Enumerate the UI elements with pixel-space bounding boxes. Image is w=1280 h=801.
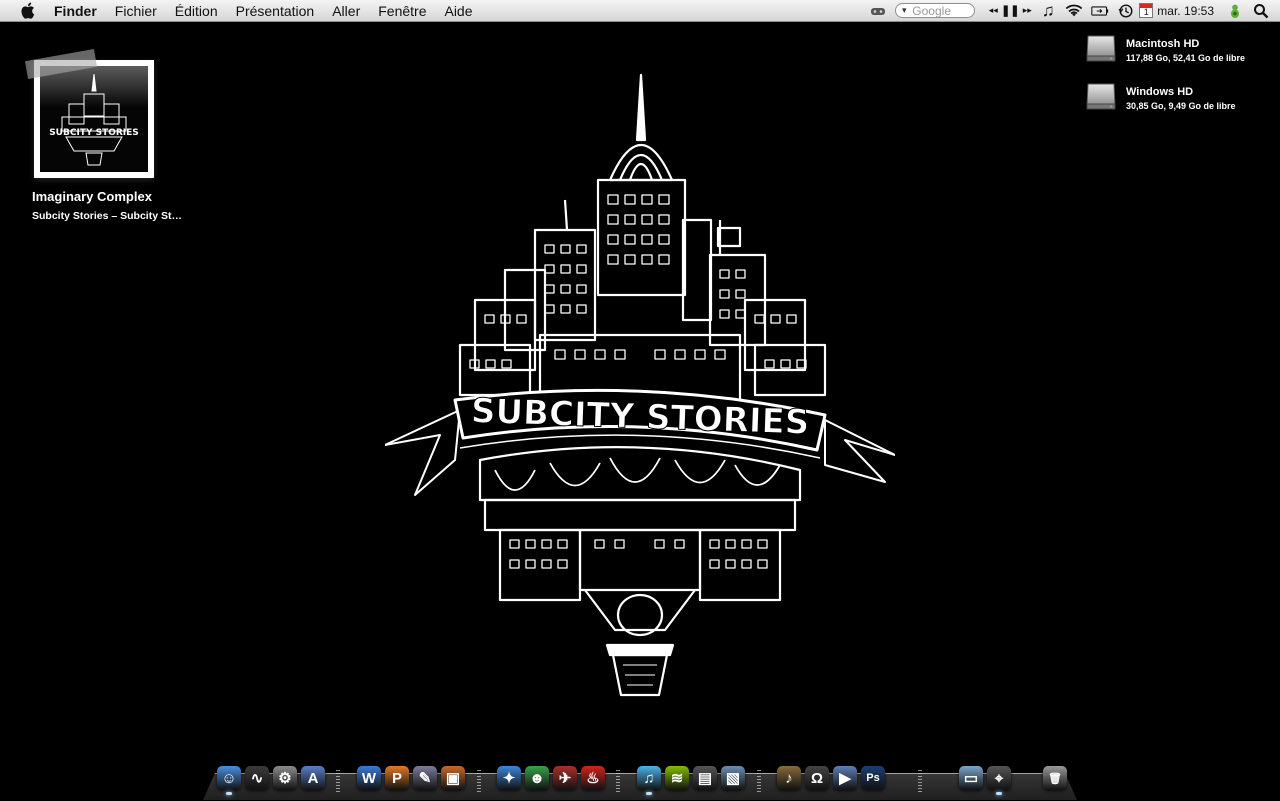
dock-game-controller-icon[interactable]: ⌖ — [987, 766, 1011, 790]
hard-drive-icon — [1086, 83, 1116, 110]
running-indicator — [226, 792, 232, 795]
dock-stack-folder-icon[interactable]: ▭ — [959, 766, 983, 790]
menu-fenetre[interactable]: Fenêtre — [369, 0, 435, 22]
now-playing-album-widget[interactable]: SUBCITY STORIES — [24, 49, 160, 185]
growl-icon[interactable] — [1224, 0, 1246, 22]
dock-activity-monitor-icon[interactable]: ∿ — [245, 766, 269, 790]
menu-fichier[interactable]: Fichier — [106, 0, 166, 22]
wallpaper-logo-text: SUBCITY STORIES — [470, 391, 810, 443]
album-art-text: SUBCITY STORIES — [49, 128, 139, 138]
dock-finder-icon[interactable]: ☺ — [217, 766, 241, 790]
now-playing-title: Imaginary Complex — [32, 189, 152, 204]
drive-info: 117,88 Go, 52,41 Go de libre — [1126, 53, 1246, 63]
dock-separator[interactable] — [757, 770, 761, 794]
menu-extras: ▾ Google ◂◂ ❚❚ ▸▸ ♫ 1 mar. 19:53 — [865, 0, 1280, 22]
time-machine-icon[interactable] — [1115, 0, 1137, 22]
album-art: SUBCITY STORIES — [40, 66, 148, 172]
running-indicator — [996, 792, 1002, 795]
dock-powerpoint-icon[interactable]: P — [385, 766, 409, 790]
dock: ☺ ∿ ⚙ A W P ✎ ▣ ✦ ☻ ✈ ♨ ♫ ≋ ▤ ▧ ♪ Ω ▶ Ps ▭ ⌖ 🗑 — [0, 760, 1280, 800]
now-playing-subtitle: Subcity Stories – Subcity St… — [32, 210, 182, 222]
search-dropdown-icon[interactable]: ▾ — [896, 5, 912, 16]
drive-macintosh-hd[interactable]: Macintosh HD 117,88 Go, 52,41 Go de libr… — [1085, 32, 1245, 64]
menu-finder[interactable]: Finder — [54, 0, 106, 22]
dock-separator[interactable] — [616, 770, 620, 794]
music-note-icon[interactable]: ♫ — [1037, 0, 1059, 22]
pause-icon[interactable]: ❚❚ — [1001, 0, 1019, 22]
dock-trash-icon[interactable]: 🗑 — [1043, 766, 1067, 790]
dock-messenger-icon[interactable]: ☻ — [525, 766, 549, 790]
dock-word-icon[interactable]: W — [357, 766, 381, 790]
menu-bar: Finder Fichier Édition Présentation Alle… — [0, 0, 1280, 22]
dock-iphoto-icon[interactable]: ▧ — [721, 766, 745, 790]
dock-garageband-icon[interactable]: ♪ — [777, 766, 801, 790]
subcity-stories-wallpaper: SUBCITY STORIES — [385, 73, 895, 697]
spotlight-search-icon[interactable] — [1250, 0, 1272, 22]
menu-aide[interactable]: Aide — [435, 0, 481, 22]
wifi-icon[interactable] — [1063, 0, 1085, 22]
album-art-frame: SUBCITY STORIES — [34, 60, 154, 178]
menu-edition[interactable]: Édition — [166, 0, 227, 22]
dock-itunes-icon[interactable]: ♫ — [637, 766, 661, 790]
dock-safari-icon[interactable]: ✦ — [497, 766, 521, 790]
running-indicator — [646, 792, 652, 795]
search-placeholder: Google — [912, 3, 951, 18]
google-search-field[interactable]: ▾ Google — [895, 3, 976, 18]
apple-menu-icon[interactable] — [0, 2, 54, 19]
hard-drive-icon — [1086, 35, 1116, 62]
previous-track-icon[interactable]: ◂◂ — [987, 0, 999, 22]
calendar-icon[interactable]: 1 — [1139, 3, 1154, 18]
next-track-icon[interactable]: ▸▸ — [1021, 0, 1033, 22]
dock-separator[interactable] — [336, 770, 340, 794]
dock-separator[interactable] — [918, 770, 922, 794]
menubar-clock[interactable]: mar. 19:53 — [1153, 4, 1222, 18]
dock-headphones-app-icon[interactable]: Ω — [805, 766, 829, 790]
dock-flame-app-icon[interactable]: ♨ — [581, 766, 605, 790]
gamepad-menu-icon[interactable] — [867, 0, 889, 22]
drive-windows-hd[interactable]: Windows HD 30,85 Go, 9,49 Go de libre — [1085, 80, 1236, 112]
drive-name: Windows HD — [1126, 86, 1194, 98]
dock-keynote-icon[interactable]: ▣ — [441, 766, 465, 790]
dock-separator[interactable] — [477, 770, 481, 794]
dock-script-editor-icon[interactable]: ✎ — [413, 766, 437, 790]
dock-flashget-icon[interactable]: ✈ — [553, 766, 577, 790]
album-city-art: SUBCITY STORIES — [49, 73, 139, 166]
dock-photoshop-icon[interactable]: Ps — [861, 766, 885, 790]
dock-text-editor-icon[interactable]: A — [301, 766, 325, 790]
drive-info: 30,85 Go, 9,49 Go de libre — [1126, 101, 1236, 111]
dock-imovie-icon[interactable]: ▶ — [833, 766, 857, 790]
menu-aller[interactable]: Aller — [323, 0, 369, 22]
dock-system-preferences-icon[interactable]: ⚙ — [273, 766, 297, 790]
drive-name: Macintosh HD — [1126, 38, 1200, 50]
battery-icon[interactable] — [1089, 0, 1111, 22]
menu-presentation[interactable]: Présentation — [227, 0, 324, 22]
dock-final-cut-icon[interactable]: ▤ — [693, 766, 717, 790]
dock-spotify-icon[interactable]: ≋ — [665, 766, 689, 790]
